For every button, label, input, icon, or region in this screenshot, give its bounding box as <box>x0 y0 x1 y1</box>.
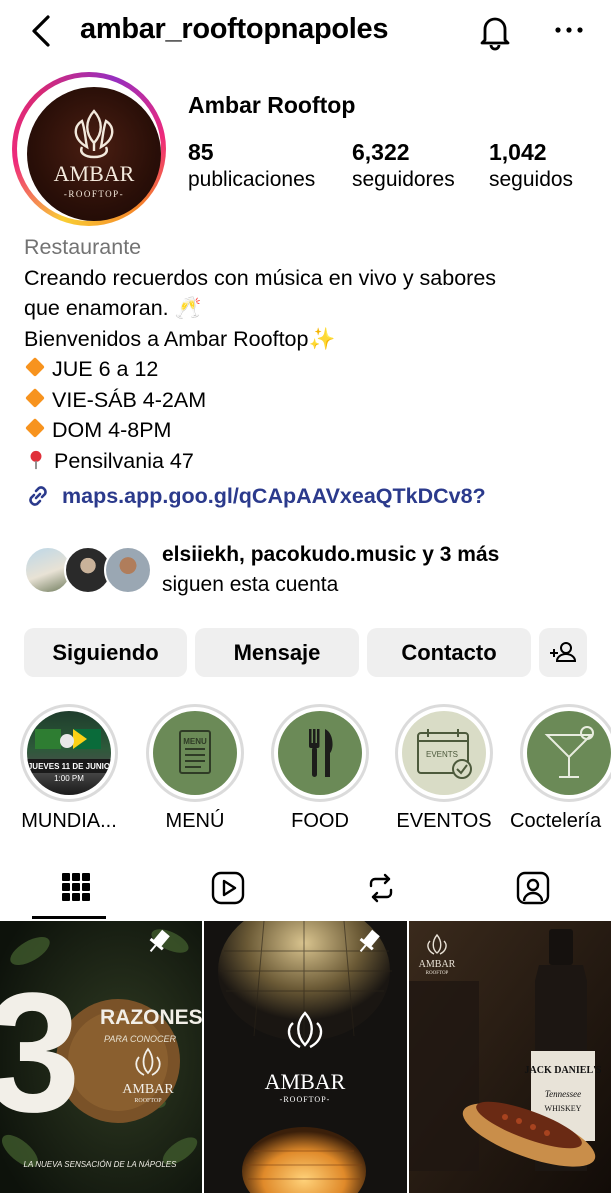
tab-reposts[interactable] <box>305 858 457 920</box>
story-ring[interactable]: AMBAR -ROOFTOP- <box>12 72 166 226</box>
stat-value: 1,042 <box>489 139 547 165</box>
orange-diamond-icon <box>25 357 45 377</box>
posts-grid: 3 RAZONES PARA CONOCER AMBAR ROOFTOP LA … <box>0 921 611 1200</box>
more-options-icon[interactable] <box>552 16 586 44</box>
notification-bell-icon[interactable] <box>474 10 516 52</box>
post-image: AMBAR -ROOFTOP- <box>204 921 407 1193</box>
highlight-label: EVENTOS <box>396 810 492 832</box>
post-image: AMBAR ROOFTOP JACK DANIEL'S Tennessee WH… <box>409 921 611 1193</box>
cocktail-glass-icon <box>544 726 594 778</box>
bio-line: Creando recuerdos con música en vivo y s… <box>24 265 497 290</box>
bio-hours-line: JUE 6 a 12 <box>24 354 604 385</box>
svg-text:3: 3 <box>0 958 81 1148</box>
fork-knife-icon <box>309 729 333 777</box>
post-thumbnail[interactable]: 3 RAZONES PARA CONOCER AMBAR ROOFTOP LA … <box>0 921 202 1193</box>
svg-text:AMBAR: AMBAR <box>54 161 135 186</box>
svg-text:LA NUEVA SENSACIÓN DE LA NÁPOL: LA NUEVA SENSACIÓN DE LA NÁPOLES <box>24 1160 178 1169</box>
repost-icon <box>369 873 393 903</box>
following-button[interactable]: Siguiendo <box>24 628 187 677</box>
bio-line: que enamoran. 🥂 <box>24 296 202 320</box>
bio-address-line: Pensilvania 47 <box>24 446 604 477</box>
posts-count[interactable]: 85 publicaciones <box>188 138 315 194</box>
highlight-label: FOOD <box>291 810 349 832</box>
svg-text:AMBAR: AMBAR <box>419 959 456 970</box>
profile-tabs <box>0 858 611 920</box>
svg-text:AMBAR: AMBAR <box>265 1069 346 1094</box>
bio: Restaurante Creando recuerdos con música… <box>24 232 604 476</box>
stat-value: 85 <box>188 139 214 165</box>
avatar <box>104 546 152 594</box>
svg-text:JUEVES 11 DE JUNIO: JUEVES 11 DE JUNIO <box>28 762 110 771</box>
message-button[interactable]: Mensaje <box>195 628 359 677</box>
highlight-eventos[interactable]: EVENTS EVENTOS <box>395 704 493 832</box>
svg-text:JACK DANIEL'S: JACK DANIEL'S <box>525 1065 602 1076</box>
post-image: 3 RAZONES PARA CONOCER AMBAR ROOFTOP LA … <box>0 921 202 1193</box>
reels-icon <box>211 871 245 905</box>
bio-link-text: maps.app.goo.gl/qCApAAVxeaQTkDCv8? <box>62 483 486 508</box>
svg-text:-ROOFTOP-: -ROOFTOP- <box>280 1095 331 1104</box>
contact-button[interactable]: Contacto <box>367 628 531 677</box>
map-pin-icon <box>30 450 42 469</box>
stat-label: seguidores <box>352 168 455 191</box>
add-user-button[interactable] <box>539 628 587 677</box>
ambar-logo-icon: AMBAR -ROOFTOP- <box>54 109 135 199</box>
tab-reels[interactable] <box>152 858 304 920</box>
svg-text:RAZONES: RAZONES <box>100 1006 202 1029</box>
svg-text:WHISKEY: WHISKEY <box>545 1104 582 1113</box>
soccer-flags-icon: JUEVES 11 DE JUNIO 1:00 PM <box>27 729 111 783</box>
stat-label: seguidos <box>489 168 574 191</box>
following-count[interactable]: 1,042 seguidos <box>489 138 573 194</box>
stat-value: 6,322 <box>352 139 410 165</box>
highlight-mundial[interactable]: JUEVES 11 DE JUNIO 1:00 PM MUNDIA... <box>20 704 118 832</box>
orange-diamond-icon <box>25 418 45 438</box>
highlight-label: MENÚ <box>165 810 225 832</box>
svg-text:ROOFTOP: ROOFTOP <box>426 971 449 976</box>
highlight-label: MUNDIA... <box>21 810 117 832</box>
add-person-icon <box>550 642 577 662</box>
tab-grid[interactable] <box>0 858 152 920</box>
mutual-followers-text[interactable]: elsiiekh, pacokudo.music y 3 más siguen … <box>162 540 499 600</box>
svg-text:1:00 PM: 1:00 PM <box>54 774 84 783</box>
calendar-check-icon: EVENTS <box>417 729 472 779</box>
active-tab-indicator <box>32 916 106 919</box>
top-bar: ambar_rooftopnapoles <box>0 0 611 62</box>
svg-text:ROOFTOP: ROOFTOP <box>134 1098 162 1104</box>
menu-book-icon: MENU <box>179 730 211 774</box>
profile-display-name: Ambar Rooftop <box>188 92 356 118</box>
svg-text:-ROOFTOP-: -ROOFTOP- <box>64 189 124 199</box>
post-thumbnail[interactable]: AMBAR ROOFTOP JACK DANIEL'S Tennessee WH… <box>409 921 611 1193</box>
highlight-food[interactable]: FOOD <box>271 704 369 832</box>
svg-text:MENU: MENU <box>183 737 207 746</box>
grid-icon <box>62 873 90 901</box>
avatar: AMBAR -ROOFTOP- <box>27 87 161 221</box>
svg-text:EVENTS: EVENTS <box>426 750 458 759</box>
bio-link[interactable]: maps.app.goo.gl/qCApAAVxeaQTkDCv8? <box>24 482 486 510</box>
followers-count[interactable]: 6,322 seguidores <box>352 138 455 194</box>
mutual-followers-avatars[interactable] <box>24 546 154 596</box>
highlight-menu[interactable]: MENU MENÚ <box>146 704 244 832</box>
orange-diamond-icon <box>25 387 45 408</box>
link-icon <box>29 486 47 506</box>
bio-hours-line: VIE-SÁB 4-2AM <box>24 385 604 416</box>
tagged-person-icon <box>516 871 550 905</box>
tab-tagged[interactable] <box>457 858 609 920</box>
profile-username: ambar_rooftopnapoles <box>80 13 389 45</box>
svg-text:Tennessee: Tennessee <box>545 1089 581 1099</box>
svg-text:AMBAR: AMBAR <box>122 1082 174 1097</box>
bio-hours-line: DOM 4-8PM <box>24 415 604 446</box>
category-label: Restaurante <box>24 235 142 259</box>
svg-text:PARA CONOCER: PARA CONOCER <box>104 1034 177 1044</box>
highlight-label: Coctelería <box>510 810 602 832</box>
stat-label: publicaciones <box>188 168 316 191</box>
bio-line: Bienvenidos a Ambar Rooftop✨ <box>24 326 336 351</box>
back-arrow-icon[interactable] <box>26 12 60 50</box>
highlight-cocteleria[interactable]: Coctelería <box>510 704 611 832</box>
post-thumbnail[interactable]: AMBAR -ROOFTOP- <box>204 921 407 1193</box>
